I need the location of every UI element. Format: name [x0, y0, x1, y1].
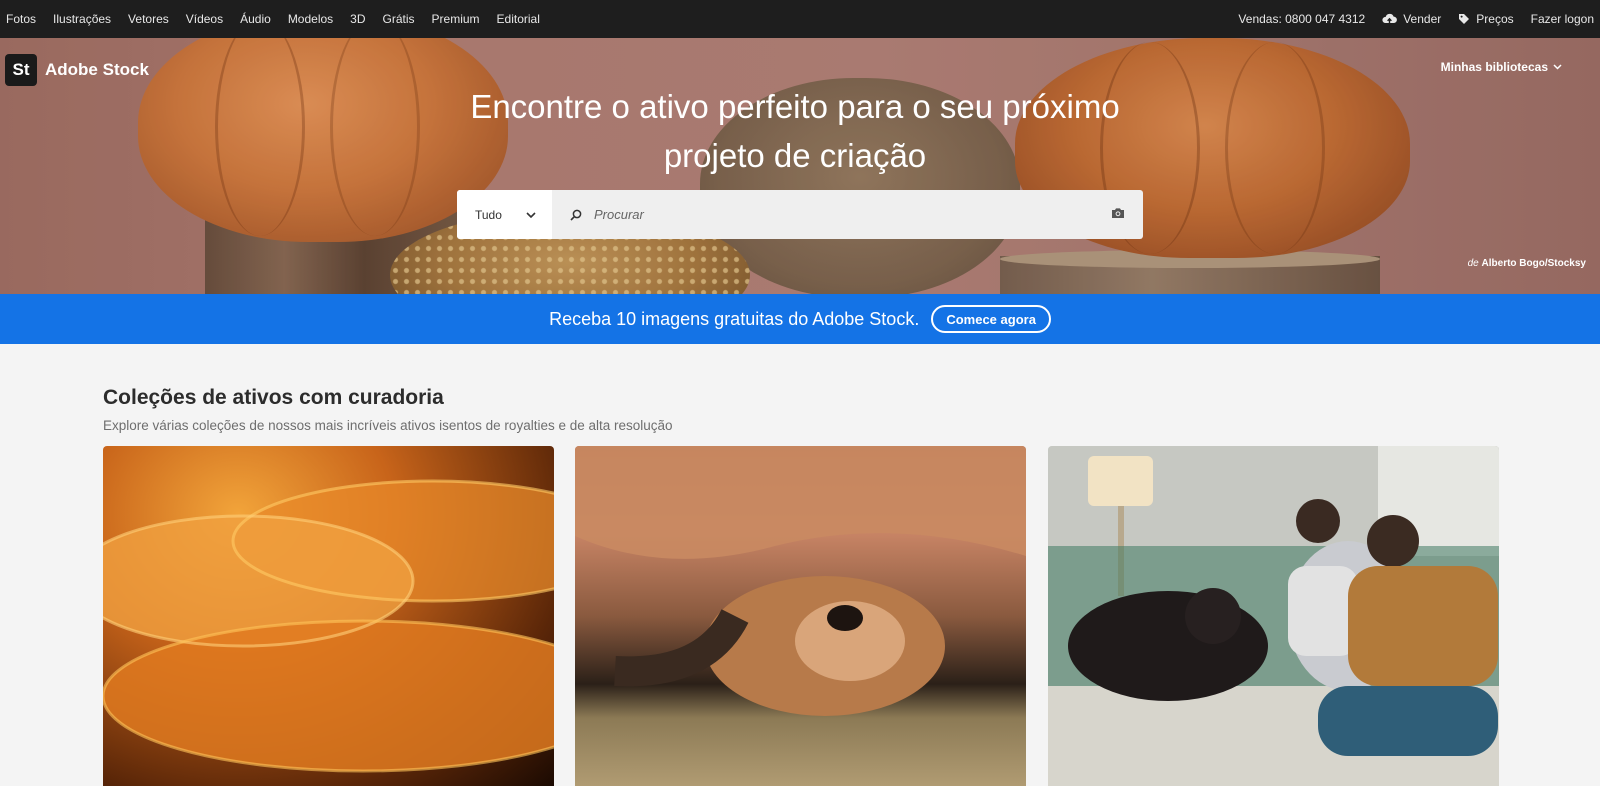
sell-label: Vender: [1403, 12, 1442, 26]
camera-icon[interactable]: [1111, 207, 1125, 219]
search-bar: Tudo: [457, 190, 1143, 239]
account-nav: Vendas: 0800 047 4312 Vender Preços Faze…: [1221, 12, 1594, 26]
my-libraries-label: Minhas bibliotecas: [1440, 60, 1548, 74]
photo-credit-prefix: de: [1467, 258, 1479, 269]
nav-item-audio[interactable]: Áudio: [240, 12, 271, 26]
hero-headline-line1: Encontre o ativo perfeito para o seu pró…: [470, 88, 1120, 125]
hero-banner: St Adobe Stock Minhas bibliotecas Encont…: [0, 38, 1600, 294]
promo-banner: Receba 10 imagens gratuitas do Adobe Sto…: [0, 294, 1600, 344]
price-tag-icon: [1459, 14, 1470, 24]
collections-subtitle: Explore várias coleções de nossos mais i…: [103, 418, 673, 433]
nav-item-vetores[interactable]: Vetores: [128, 12, 169, 26]
nav-item-editorial[interactable]: Editorial: [497, 12, 540, 26]
chevron-down-icon: [1553, 64, 1562, 70]
search-field: [552, 190, 1143, 239]
hero-headline: Encontre o ativo perfeito para o seu pró…: [380, 82, 1210, 180]
promo-text: Receba 10 imagens gratuitas do Adobe Sto…: [549, 308, 920, 329]
search-category-value: Tudo: [475, 207, 502, 222]
hero-headline-line2: projeto de criação: [663, 137, 927, 174]
collection-card-family-dog[interactable]: [1048, 446, 1499, 786]
upload-cloud-icon: [1382, 13, 1398, 24]
search-input[interactable]: [594, 207, 1054, 222]
search-category-select[interactable]: Tudo: [457, 190, 552, 239]
photo-credit: de Alberto Bogo/Stocksy: [1468, 258, 1586, 269]
collections-title: Coleções de ativos com curadoria: [103, 386, 444, 409]
family-with-dog-image: [1048, 446, 1499, 786]
chevron-down-icon: [526, 211, 536, 218]
sales-phone: Vendas: 0800 047 4312: [1238, 12, 1366, 26]
start-now-button[interactable]: Comece agora: [931, 305, 1051, 333]
category-nav: Fotos Ilustrações Vetores Vídeos Áudio M…: [6, 12, 557, 26]
nav-item-fotos[interactable]: Fotos: [6, 12, 36, 26]
search-icon: [570, 209, 582, 221]
nav-item-3d[interactable]: 3D: [350, 12, 365, 26]
login-link[interactable]: Fazer logon: [1531, 12, 1594, 26]
sleeping-dog-image: [575, 446, 1026, 716]
top-nav: Fotos Ilustrações Vetores Vídeos Áudio M…: [0, 0, 1600, 38]
sell-link[interactable]: Vender: [1382, 12, 1441, 26]
nav-item-modelos[interactable]: Modelos: [288, 12, 333, 26]
mushroom-gills-image: [103, 479, 554, 773]
collection-card-mushrooms[interactable]: [103, 446, 554, 786]
nav-item-gratis[interactable]: Grátis: [383, 12, 415, 26]
pricing-link[interactable]: Preços: [1458, 12, 1514, 26]
logo-badge: St: [5, 54, 37, 86]
pricing-label: Preços: [1476, 12, 1514, 26]
adobe-stock-logo[interactable]: St Adobe Stock: [5, 54, 149, 86]
nav-item-ilustracoes[interactable]: Ilustrações: [53, 12, 111, 26]
nav-item-premium[interactable]: Premium: [432, 12, 480, 26]
photo-credit-author[interactable]: Alberto Bogo/Stocksy: [1482, 258, 1586, 269]
logo-text: Adobe Stock: [45, 60, 149, 79]
nav-item-videos[interactable]: Vídeos: [186, 12, 223, 26]
collection-card-sleeping-dog[interactable]: [575, 446, 1026, 786]
my-libraries-menu[interactable]: Minhas bibliotecas: [1441, 60, 1562, 74]
